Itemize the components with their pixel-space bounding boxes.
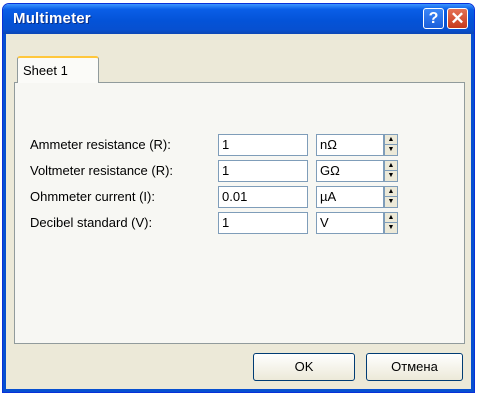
decibel-unit-spinner[interactable]: ▲ ▼ [384,212,398,234]
voltmeter-unit-select[interactable]: GΩ [316,160,384,182]
decibel-standard-label: Decibel standard (V): [30,215,153,230]
ok-button[interactable]: OK [253,353,355,381]
ammeter-resistance-label: Ammeter resistance (R): [30,137,171,152]
window-frame-bottom [3,389,474,392]
decibel-standard-input[interactable]: 1 [218,212,308,234]
spin-up-icon[interactable]: ▲ [385,213,397,223]
ammeter-unit-select[interactable]: nΩ [316,134,384,156]
voltmeter-unit-spinner[interactable]: ▲ ▼ [384,160,398,182]
decibel-unit-select[interactable]: V [316,212,384,234]
ammeter-resistance-input[interactable]: 1 [218,134,308,156]
ohmmeter-unit-spinner[interactable]: ▲ ▼ [384,186,398,208]
cancel-button[interactable]: Отмена [366,353,463,381]
spin-up-icon[interactable]: ▲ [385,135,397,145]
voltmeter-resistance-input[interactable]: 1 [218,160,308,182]
title-bar[interactable]: Multimeter ? ✕ [3,4,474,34]
spin-down-icon[interactable]: ▼ [385,171,397,181]
spin-up-icon[interactable]: ▲ [385,161,397,171]
voltmeter-resistance-label: Voltmeter resistance (R): [30,163,174,178]
window-frame-left [3,34,6,392]
tab-sheet-1[interactable]: Sheet 1 [17,56,99,83]
ammeter-unit-spinner[interactable]: ▲ ▼ [384,134,398,156]
help-button[interactable]: ? [423,8,444,29]
close-button[interactable]: ✕ [447,8,468,29]
ohmmeter-current-label: Ohmmeter current (I): [30,189,155,204]
spin-up-icon[interactable]: ▲ [385,187,397,197]
spin-down-icon[interactable]: ▼ [385,197,397,207]
ohmmeter-unit-select[interactable]: µA [316,186,384,208]
ohmmeter-current-input[interactable]: 0.01 [218,186,308,208]
window-title: Multimeter [13,10,91,27]
window-frame-right [471,34,474,392]
spin-down-icon[interactable]: ▼ [385,145,397,155]
spin-down-icon[interactable]: ▼ [385,223,397,233]
